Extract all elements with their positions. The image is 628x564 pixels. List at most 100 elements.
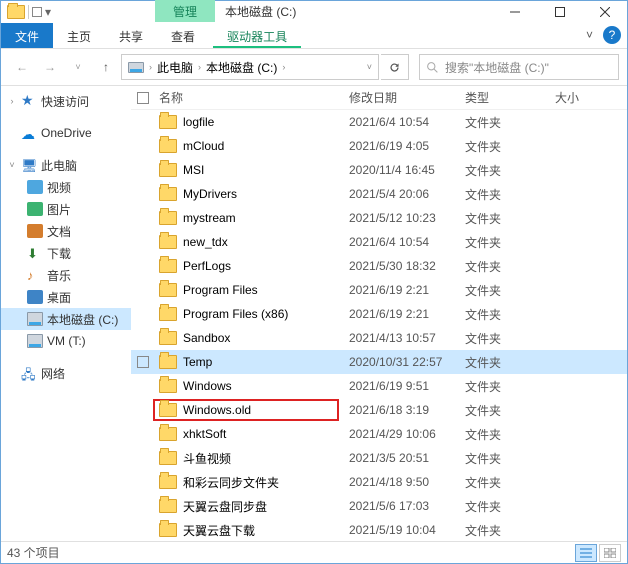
chevron-right-icon[interactable]: › bbox=[7, 96, 17, 106]
details-view-button[interactable] bbox=[575, 544, 597, 562]
maximize-button[interactable] bbox=[537, 1, 582, 23]
tab-drive-tools[interactable]: 驱动器工具 bbox=[213, 23, 301, 48]
tab-view[interactable]: 查看 bbox=[157, 23, 209, 48]
row-checkbox[interactable] bbox=[137, 284, 159, 296]
row-checkbox[interactable] bbox=[137, 356, 159, 368]
qat-dropdown-icon[interactable]: ▾ bbox=[45, 5, 51, 19]
column-check[interactable] bbox=[137, 92, 159, 104]
search-box[interactable]: 搜索"本地磁盘 (C:)" bbox=[419, 54, 619, 80]
breadcrumb-current[interactable]: 本地磁盘 (C:) bbox=[206, 59, 277, 76]
cell-type: 文件夹 bbox=[465, 402, 555, 419]
row-checkbox[interactable] bbox=[137, 428, 159, 440]
table-row[interactable]: Temp2020/10/31 22:57文件夹 bbox=[131, 350, 627, 374]
cell-type: 文件夹 bbox=[465, 498, 555, 515]
file-name: Windows.old bbox=[183, 403, 251, 417]
tab-home[interactable]: 主页 bbox=[53, 23, 105, 48]
tree-drive-c[interactable]: 本地磁盘 (C:) bbox=[1, 308, 131, 330]
back-button[interactable]: ← bbox=[9, 54, 35, 80]
file-name: 天翼云盘下载 bbox=[183, 522, 255, 539]
forward-button[interactable]: → bbox=[37, 54, 63, 80]
row-checkbox[interactable] bbox=[137, 140, 159, 152]
row-checkbox[interactable] bbox=[137, 212, 159, 224]
row-checkbox[interactable] bbox=[137, 260, 159, 272]
row-checkbox[interactable] bbox=[137, 188, 159, 200]
close-button[interactable] bbox=[582, 1, 627, 23]
ribbon-expand-icon[interactable]: ˅ bbox=[576, 23, 603, 48]
chevron-down-icon[interactable]: ˅ bbox=[7, 160, 17, 170]
desktop-icon bbox=[27, 290, 43, 304]
column-date[interactable]: 修改日期 bbox=[349, 89, 465, 106]
recent-button[interactable]: ˅ bbox=[65, 54, 91, 80]
refresh-button[interactable] bbox=[381, 54, 409, 80]
row-checkbox[interactable] bbox=[137, 476, 159, 488]
file-tab[interactable]: 文件 bbox=[1, 23, 53, 48]
table-row[interactable]: Program Files2021/6/19 2:21文件夹 bbox=[131, 278, 627, 302]
tree-drive-t[interactable]: VM (T:) bbox=[1, 330, 131, 352]
tree-label: VM (T:) bbox=[47, 334, 86, 348]
table-row[interactable]: xhktSoft2021/4/29 10:06文件夹 bbox=[131, 422, 627, 446]
chevron-down-icon[interactable]: ˅ bbox=[367, 62, 372, 72]
table-row[interactable]: 斗鱼视频2021/3/5 20:51文件夹 bbox=[131, 446, 627, 470]
tree-this-pc[interactable]: ˅ 🖥 此电脑 bbox=[1, 154, 131, 176]
help-icon[interactable]: ? bbox=[603, 26, 621, 44]
table-row[interactable]: 天翼云盘下载2021/5/19 10:04文件夹 bbox=[131, 518, 627, 541]
cell-name: logfile bbox=[159, 115, 349, 129]
icons-view-button[interactable] bbox=[599, 544, 621, 562]
table-row[interactable]: mystream2021/5/12 10:23文件夹 bbox=[131, 206, 627, 230]
cell-date: 2020/10/31 22:57 bbox=[349, 355, 465, 369]
tree-quick-access[interactable]: › ★ 快速访问 bbox=[1, 90, 131, 112]
navigation-pane[interactable]: › ★ 快速访问 ☁ OneDrive ˅ 🖥 此电脑 视频 图片 文档 bbox=[1, 86, 131, 541]
tree-pictures[interactable]: 图片 bbox=[1, 198, 131, 220]
cell-name: Sandbox bbox=[159, 331, 349, 345]
table-row[interactable]: Program Files (x86)2021/6/19 2:21文件夹 bbox=[131, 302, 627, 326]
table-row[interactable]: mCloud2021/6/19 4:05文件夹 bbox=[131, 134, 627, 158]
table-row[interactable]: new_tdx2021/6/4 10:54文件夹 bbox=[131, 230, 627, 254]
row-checkbox[interactable] bbox=[137, 500, 159, 512]
file-name: Program Files (x86) bbox=[183, 307, 288, 321]
table-row[interactable]: 和彩云同步文件夹2021/4/18 9:50文件夹 bbox=[131, 470, 627, 494]
cell-type: 文件夹 bbox=[465, 186, 555, 203]
minimize-button[interactable] bbox=[492, 1, 537, 23]
file-rows[interactable]: logfile2021/6/4 10:54文件夹mCloud2021/6/19 … bbox=[131, 110, 627, 541]
table-row[interactable]: 天翼云盘同步盘2021/5/6 17:03文件夹 bbox=[131, 494, 627, 518]
folder-icon[interactable] bbox=[7, 5, 25, 19]
tree-videos[interactable]: 视频 bbox=[1, 176, 131, 198]
row-checkbox[interactable] bbox=[137, 116, 159, 128]
tree-onedrive[interactable]: ☁ OneDrive bbox=[1, 122, 131, 144]
table-row[interactable]: MyDrivers2021/5/4 20:06文件夹 bbox=[131, 182, 627, 206]
checkbox-icon[interactable] bbox=[32, 7, 42, 17]
table-row[interactable]: Windows2021/6/19 9:51文件夹 bbox=[131, 374, 627, 398]
table-row[interactable]: Windows.old2021/6/18 3:19文件夹 bbox=[131, 398, 627, 422]
tree-network[interactable]: 🖧 网络 bbox=[1, 362, 131, 384]
tree-downloads[interactable]: ⬇ 下载 bbox=[1, 242, 131, 264]
cell-date: 2021/5/12 10:23 bbox=[349, 211, 465, 225]
row-checkbox[interactable] bbox=[137, 236, 159, 248]
cell-name: MyDrivers bbox=[159, 187, 349, 201]
column-name[interactable]: 名称 bbox=[159, 89, 349, 106]
row-checkbox[interactable] bbox=[137, 308, 159, 320]
up-button[interactable]: ↑ bbox=[93, 54, 119, 80]
breadcrumb-this-pc[interactable]: 此电脑 bbox=[157, 59, 193, 76]
table-row[interactable]: Sandbox2021/4/13 10:57文件夹 bbox=[131, 326, 627, 350]
address-box[interactable]: › 此电脑 › 本地磁盘 (C:) › ˅ bbox=[121, 54, 379, 80]
tab-share[interactable]: 共享 bbox=[105, 23, 157, 48]
tree-music[interactable]: ♪ 音乐 bbox=[1, 264, 131, 286]
row-checkbox[interactable] bbox=[137, 452, 159, 464]
column-size[interactable]: 大小 bbox=[555, 89, 627, 106]
chevron-right-icon[interactable]: › bbox=[149, 62, 152, 72]
tree-documents[interactable]: 文档 bbox=[1, 220, 131, 242]
row-checkbox[interactable] bbox=[137, 524, 159, 536]
row-checkbox[interactable] bbox=[137, 164, 159, 176]
column-type[interactable]: 类型 bbox=[465, 89, 555, 106]
row-checkbox[interactable] bbox=[137, 380, 159, 392]
tree-desktop[interactable]: 桌面 bbox=[1, 286, 131, 308]
cell-name: Program Files (x86) bbox=[159, 307, 349, 321]
table-row[interactable]: PerfLogs2021/5/30 18:32文件夹 bbox=[131, 254, 627, 278]
context-tab-label: 管理 bbox=[155, 0, 215, 22]
table-row[interactable]: logfile2021/6/4 10:54文件夹 bbox=[131, 110, 627, 134]
chevron-right-icon[interactable]: › bbox=[198, 62, 201, 72]
chevron-right-icon[interactable]: › bbox=[282, 62, 285, 72]
table-row[interactable]: MSI2020/11/4 16:45文件夹 bbox=[131, 158, 627, 182]
file-name: Windows bbox=[183, 379, 232, 393]
row-checkbox[interactable] bbox=[137, 332, 159, 344]
